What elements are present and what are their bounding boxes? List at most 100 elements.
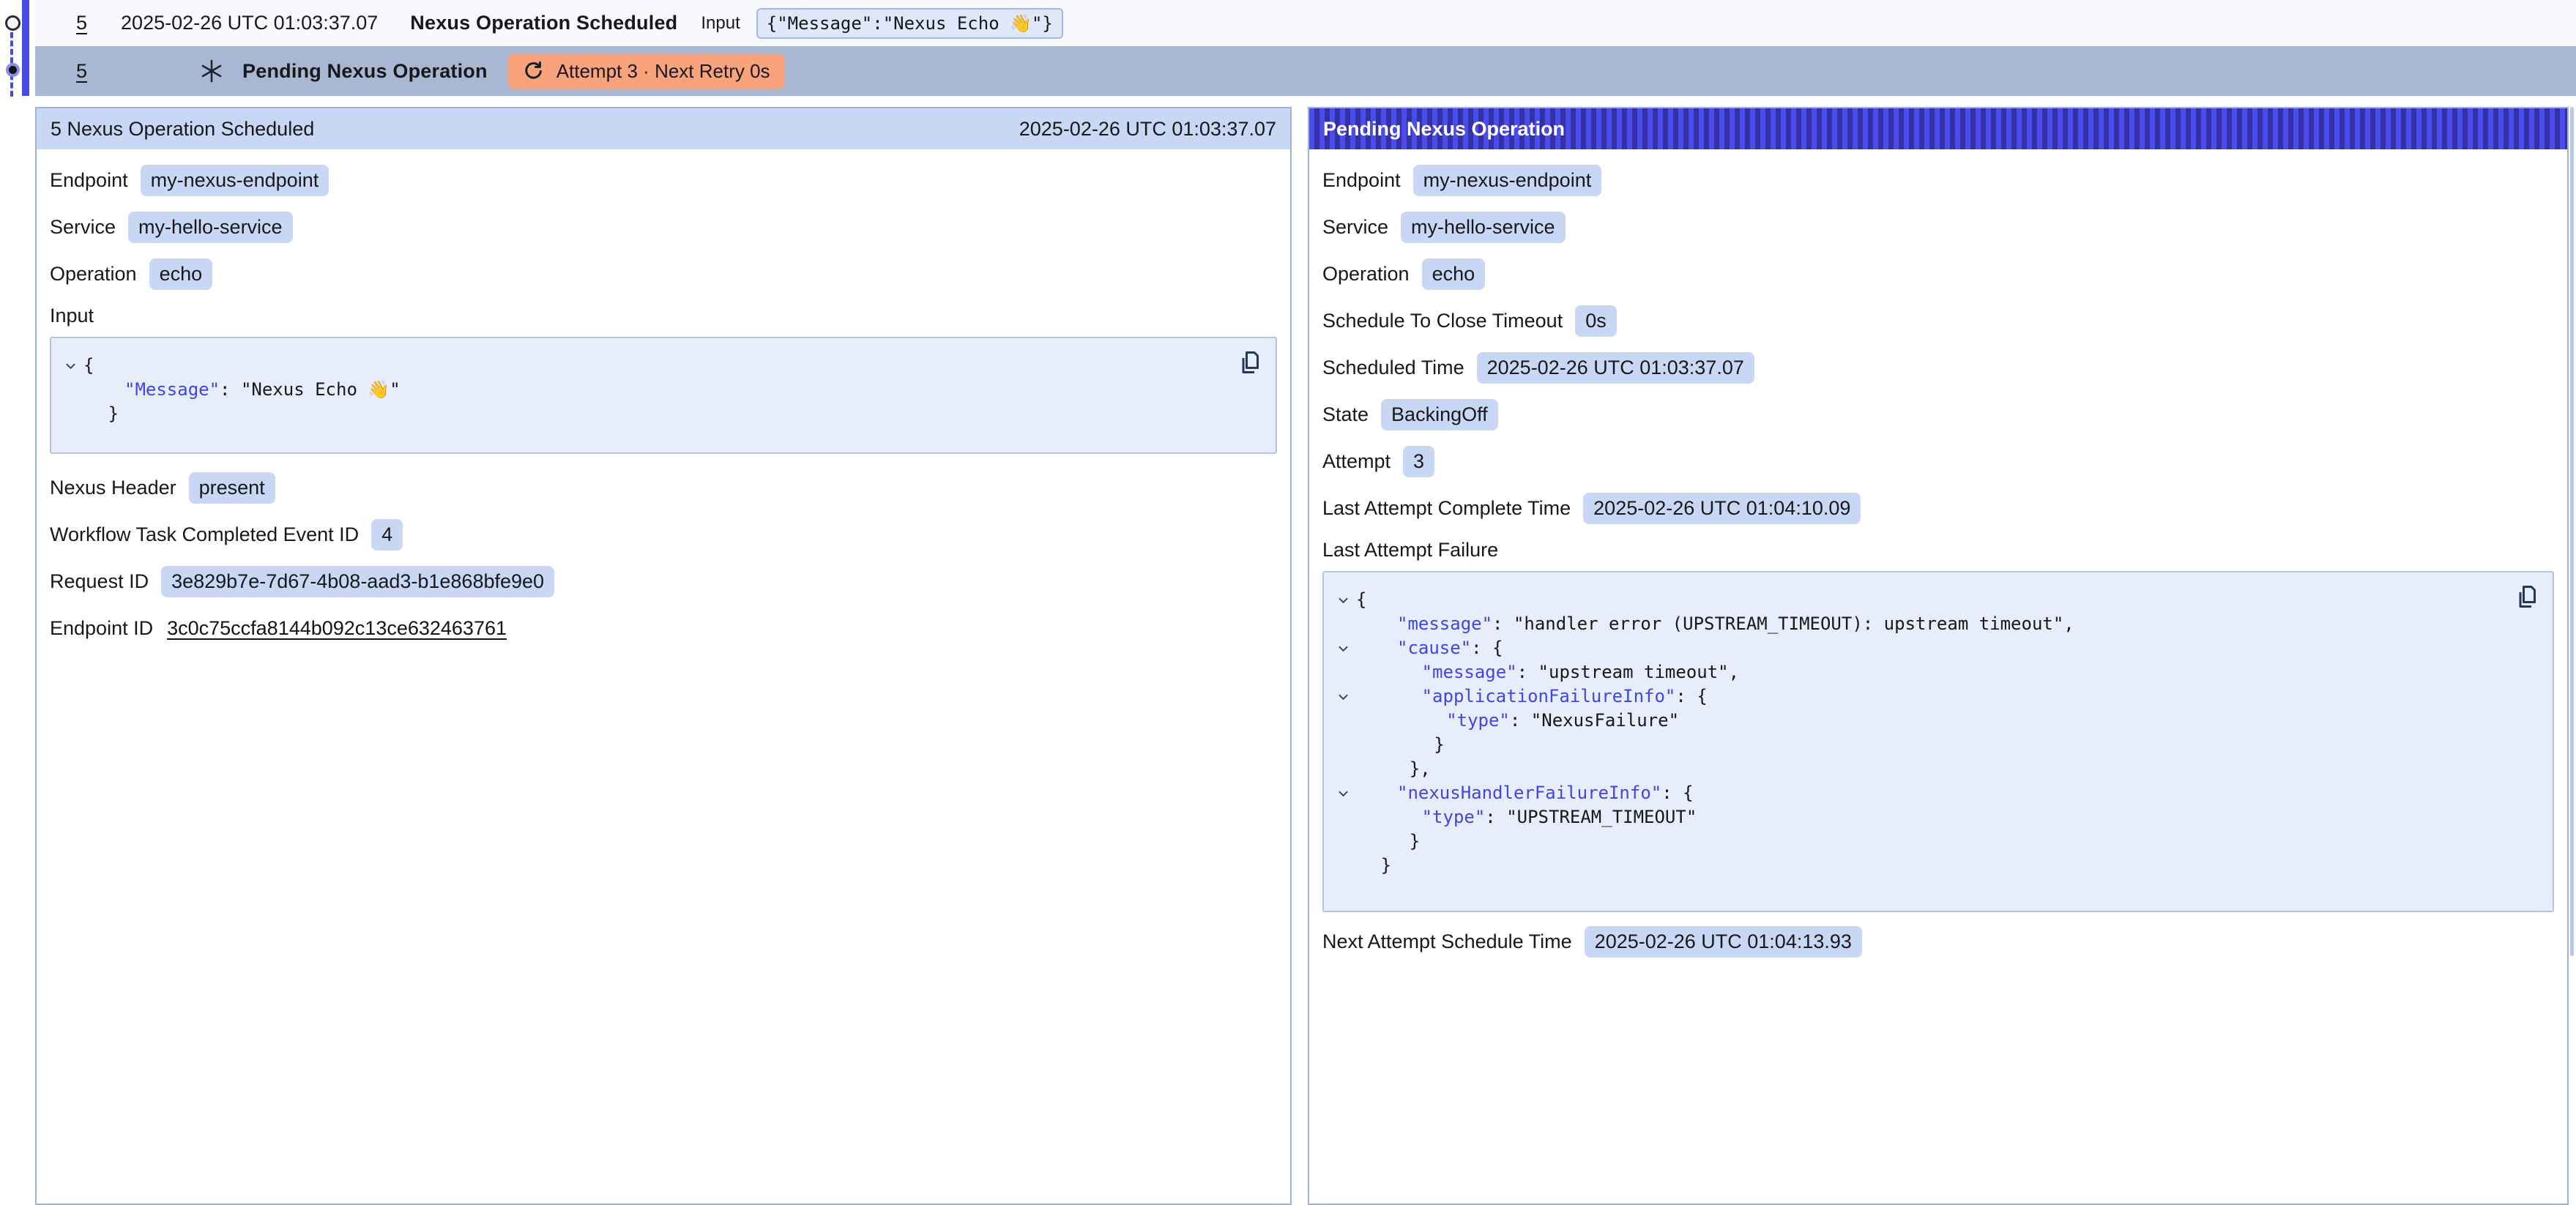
collapse-chevron-icon[interactable]: [1330, 588, 1356, 612]
json-code-line: {: [1330, 588, 2506, 612]
field-value-link[interactable]: 3c0c75ccfa8144b092c13ce632463761: [165, 613, 508, 644]
json-line-content: "applicationFailureInfo": {: [1356, 684, 1708, 709]
copy-icon[interactable]: [2513, 583, 2541, 611]
json-code-line: {: [57, 354, 1229, 378]
gutter-spacer: [1330, 660, 1356, 684]
input-json-lines: {"Message": "Nexus Echo 👋"}: [57, 354, 1229, 426]
field-request-id: Request ID3e829b7e-7d67-4b08-aad3-b1e868…: [50, 565, 1277, 597]
input-label: Input: [701, 13, 740, 34]
json-line-content: "type": "UPSTREAM_TIMEOUT": [1356, 805, 1697, 829]
field-endpoint-id: Endpoint ID3c0c75ccfa8144b092c13ce632463…: [50, 612, 1277, 644]
input-preview-badge: {"Message":"Nexus Echo 👋"}: [756, 8, 1063, 39]
copy-icon[interactable]: [1236, 348, 1264, 376]
collapse-chevron-icon[interactable]: [1330, 636, 1356, 660]
json-key: "message": [1422, 662, 1517, 682]
failure-block-label: Last Attempt Failure: [1322, 539, 2554, 562]
attempt-retry-badge: Attempt 3 · Next Retry 0s: [508, 54, 784, 89]
json-text: : "upstream timeout",: [1517, 662, 1739, 682]
json-text: : "NexusFailure": [1510, 710, 1679, 731]
collapse-chevron-icon[interactable]: [57, 354, 83, 378]
json-key: "cause": [1397, 638, 1471, 658]
field-service: Servicemy-hello-service: [1322, 211, 2554, 243]
gutter-spacer: [1330, 805, 1356, 829]
field-operation: Operationecho: [50, 258, 1277, 290]
input-json-block: {"Message": "Nexus Echo 👋"}: [50, 337, 1277, 454]
field-value-badge: my-hello-service: [1401, 212, 1566, 243]
field-label: Operation: [1322, 263, 1410, 286]
json-text: : {: [1661, 783, 1693, 803]
json-key: "Message": [124, 379, 220, 400]
history-row-nexus-operation-scheduled[interactable]: 5 2025-02-26 UTC 01:03:37.07 Nexus Opera…: [35, 0, 2576, 46]
field-value-badge: echo: [149, 258, 213, 290]
field-value-badge: my-nexus-endpoint: [1413, 165, 1602, 196]
json-line-content: {: [83, 354, 94, 378]
vertical-scrollbar[interactable]: [2570, 107, 2574, 956]
json-line-content: "cause": {: [1356, 636, 1503, 660]
field-nexus-header: Nexus Header present: [50, 471, 1277, 504]
history-row-pending-nexus-operation[interactable]: 5 Pending Nexus Operation Attempt 3 · Ne…: [35, 46, 2576, 96]
field-attempt: Attempt3: [1322, 445, 2554, 477]
json-text: : "UPSTREAM_TIMEOUT": [1485, 807, 1697, 827]
json-code-line: }: [1330, 733, 2506, 757]
failure-json-block: {"message": "handler error (UPSTREAM_TIM…: [1322, 571, 2554, 912]
json-code-line: "Message": "Nexus Echo 👋": [57, 378, 1229, 402]
json-text: : {: [1675, 686, 1707, 706]
gutter-spacer: [1330, 854, 1356, 878]
field-state: StateBackingOff: [1322, 398, 2554, 430]
event-id-link[interactable]: 5: [76, 12, 87, 34]
event-id-link[interactable]: 5: [76, 60, 87, 83]
json-line-content: }: [1356, 829, 1420, 854]
field-last-attempt-complete-time: Last Attempt Complete Time2025-02-26 UTC…: [1322, 492, 2554, 524]
json-code-line: "cause": {: [1330, 636, 2506, 660]
gutter-spacer: [1330, 612, 1356, 636]
json-line-content: "message": "handler error (UPSTREAM_TIME…: [1356, 612, 2074, 636]
json-key: "type": [1446, 710, 1510, 731]
field-endpoint: Endpointmy-nexus-endpoint: [50, 164, 1277, 196]
json-text: }: [1410, 831, 1420, 851]
json-code-line: }: [1330, 854, 2506, 878]
json-line-content: "message": "upstream timeout",: [1356, 660, 1739, 684]
event-detail-panels: 5 Nexus Operation Scheduled 2025-02-26 U…: [35, 107, 2569, 1205]
json-code-line: },: [1330, 757, 2506, 781]
field-next-attempt-schedule-time: Next Attempt Schedule Time2025-02-26 UTC…: [1322, 925, 2554, 958]
collapse-chevron-icon[interactable]: [1330, 781, 1356, 805]
field-value-badge: present: [189, 472, 275, 504]
json-code-line: "type": "UPSTREAM_TIMEOUT": [1330, 805, 2506, 829]
event-history-rows: 5 2025-02-26 UTC 01:03:37.07 Nexus Opera…: [35, 0, 2576, 96]
collapse-chevron-icon[interactable]: [1330, 684, 1356, 709]
input-block-label: Input: [50, 305, 1277, 327]
field-value-badge: echo: [1422, 258, 1486, 290]
pending-footer-field: Next Attempt Schedule Time2025-02-26 UTC…: [1322, 925, 2554, 958]
scheduled-fields-top: Endpointmy-nexus-endpointServicemy-hello…: [50, 164, 1277, 290]
json-line-content: }: [1356, 854, 1391, 878]
pending-asterisk-icon: [198, 58, 225, 84]
timeline-progress-bar: [22, 0, 29, 96]
json-key: "nexusHandlerFailureInfo": [1397, 783, 1661, 803]
field-label: Attempt: [1322, 450, 1391, 473]
field-scheduled-time: Scheduled Time2025-02-26 UTC 01:03:37.07: [1322, 351, 2554, 384]
json-text: },: [1410, 758, 1431, 779]
json-line-content: }: [1356, 733, 1445, 757]
event-timestamp: 2025-02-26 UTC 01:03:37.07: [121, 12, 378, 34]
field-value-badge: 4: [371, 519, 403, 551]
json-text: }: [1434, 734, 1444, 755]
field-label: Nexus Header: [50, 477, 176, 499]
json-text: : "handler error (UPSTREAM_TIMEOUT): ups…: [1492, 613, 2074, 634]
field-label: Next Attempt Schedule Time: [1322, 930, 1572, 953]
field-value-badge: 2025-02-26 UTC 01:04:10.09: [1583, 493, 1861, 524]
json-text: {: [1356, 589, 1366, 610]
json-text: : {: [1471, 638, 1503, 658]
gutter-spacer: [57, 402, 83, 426]
gutter-spacer: [1330, 709, 1356, 733]
field-label: Schedule To Close Timeout: [1322, 310, 1563, 332]
field-schedule-to-close-timeout: Schedule To Close Timeout 0s: [1322, 305, 2554, 337]
pending-panel-title: Pending Nexus Operation: [1323, 118, 1565, 141]
field-operation: Operation echo: [1322, 258, 2554, 290]
field-value-badge: 0s: [1575, 305, 1617, 337]
json-key: "applicationFailureInfo": [1422, 686, 1676, 706]
field-value-badge: BackingOff: [1381, 399, 1498, 430]
gutter-spacer: [1330, 829, 1356, 854]
field-value-badge: my-nexus-endpoint: [141, 165, 330, 196]
attempt-badge-text: Attempt 3 · Next Retry 0s: [556, 60, 770, 83]
pending-operation-panel: Pending Nexus Operation Endpointmy-nexus…: [1308, 107, 2569, 1205]
